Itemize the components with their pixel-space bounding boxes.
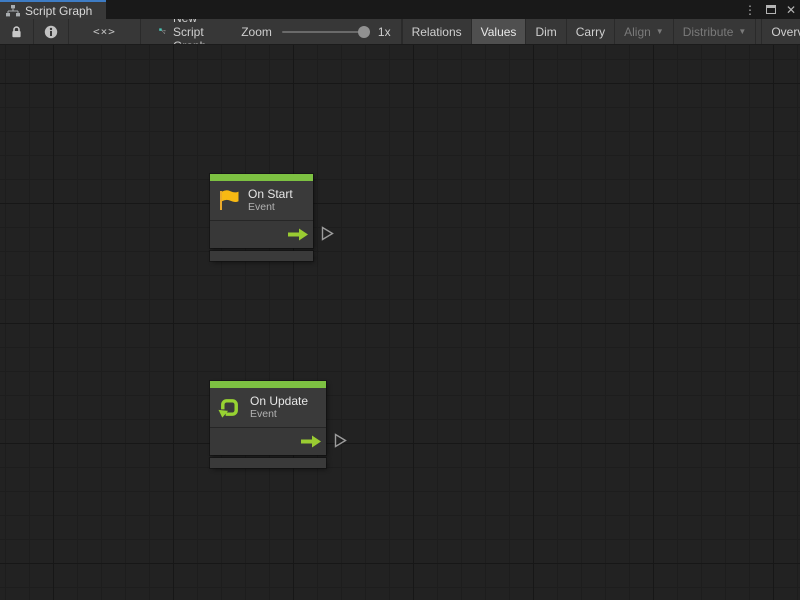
node-footer bbox=[210, 458, 326, 468]
graph-canvas[interactable] bbox=[0, 45, 800, 600]
trigger-arrow-icon[interactable] bbox=[288, 228, 309, 241]
chevron-down-icon: ▼ bbox=[738, 27, 746, 36]
carry-button[interactable]: Carry bbox=[567, 19, 615, 44]
graph-node-icon bbox=[159, 24, 166, 39]
node-subtitle: Event bbox=[248, 201, 293, 214]
dim-button[interactable]: Dim bbox=[526, 19, 566, 44]
loop-icon bbox=[218, 396, 241, 419]
tab-label: Script Graph bbox=[25, 4, 92, 18]
tab-bar: Script Graph ⋮ ✕ bbox=[0, 0, 800, 19]
zoom-value: 1x bbox=[378, 25, 391, 39]
angle-brackets-icon: <×> bbox=[93, 25, 116, 38]
maximize-icon[interactable] bbox=[766, 5, 776, 14]
node-on-start[interactable]: On Start Event bbox=[210, 174, 313, 261]
zoom-slider[interactable] bbox=[282, 31, 368, 33]
align-dropdown[interactable]: Align ▼ bbox=[615, 19, 674, 44]
node-subtitle: Event bbox=[250, 408, 308, 421]
close-icon[interactable]: ✕ bbox=[786, 4, 796, 16]
info-button[interactable] bbox=[34, 19, 69, 44]
node-on-update[interactable]: On Update Event bbox=[210, 381, 326, 468]
trigger-arrow-icon[interactable] bbox=[301, 435, 322, 448]
chevron-down-icon: ▼ bbox=[656, 27, 664, 36]
lock-icon bbox=[10, 25, 23, 39]
node-title: On Update bbox=[250, 394, 308, 408]
graph-hierarchy-icon bbox=[6, 5, 20, 17]
node-header: On Start Event bbox=[210, 181, 313, 220]
kebab-menu-icon[interactable]: ⋮ bbox=[744, 4, 756, 16]
node-footer bbox=[210, 251, 313, 261]
relations-button[interactable]: Relations bbox=[402, 19, 472, 44]
info-icon bbox=[44, 25, 58, 39]
tab-script-graph[interactable]: Script Graph bbox=[0, 0, 106, 19]
zoom-slider-handle[interactable] bbox=[358, 26, 370, 38]
node-port-row bbox=[210, 427, 326, 455]
distribute-dropdown[interactable]: Distribute ▼ bbox=[674, 19, 757, 44]
flag-icon bbox=[218, 189, 239, 212]
output-port-icon[interactable] bbox=[334, 433, 347, 448]
output-port-icon[interactable] bbox=[321, 226, 334, 241]
node-port-row bbox=[210, 220, 313, 248]
node-color-bar bbox=[210, 381, 326, 388]
code-view-button[interactable]: <×> bbox=[69, 19, 141, 44]
lock-button[interactable] bbox=[0, 19, 34, 44]
overview-button[interactable]: Overview bbox=[762, 19, 800, 44]
toolbar-toggle-group: Relations Values Dim Carry Align ▼ Distr… bbox=[402, 19, 800, 44]
toolbar: <×> New Script Graph Zoom 1x Relations bbox=[0, 19, 800, 45]
new-script-graph-button[interactable]: New Script Graph bbox=[149, 19, 227, 44]
node-color-bar bbox=[210, 174, 313, 181]
new-script-graph-label: New Script Graph bbox=[173, 19, 215, 45]
zoom-label: Zoom bbox=[241, 25, 272, 39]
script-graph-window: Script Graph ⋮ ✕ <×> bbox=[0, 0, 800, 600]
node-header: On Update Event bbox=[210, 388, 326, 427]
node-title: On Start bbox=[248, 187, 293, 201]
window-controls: ⋮ ✕ bbox=[744, 0, 796, 19]
values-button[interactable]: Values bbox=[472, 19, 527, 44]
zoom-control: Zoom 1x bbox=[227, 19, 400, 44]
